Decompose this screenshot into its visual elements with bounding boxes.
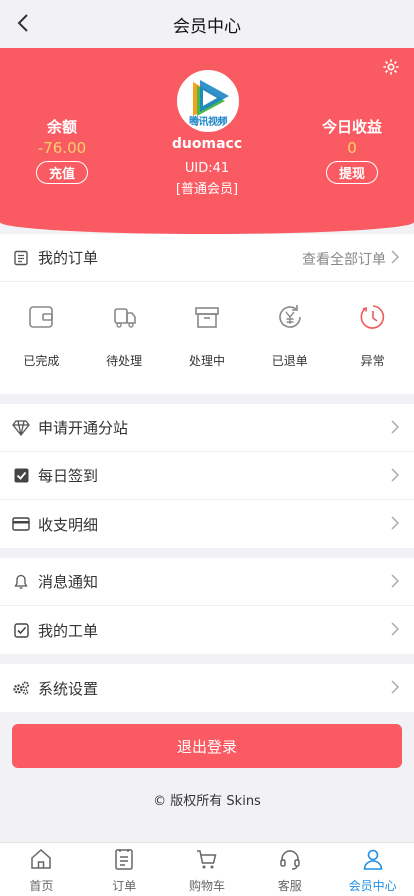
box-icon: [195, 307, 219, 328]
copyright-text: © 版权所有 Skins: [153, 794, 261, 809]
menu-item-daily-checkin[interactable]: 每日签到: [0, 452, 414, 500]
wallet-icon: [29, 306, 54, 328]
tab-bar: 首页 订单 购物车 客服 会员中心: [0, 842, 414, 896]
nav-bar: 会员中心: [0, 0, 414, 48]
chevron-right-icon: [391, 680, 400, 694]
user-icon: [363, 849, 382, 870]
menu-label: 申请开通分站: [38, 419, 129, 437]
gears-icon: [12, 679, 30, 697]
tab-label: 订单: [112, 879, 137, 893]
earnings-value: 0: [347, 139, 357, 157]
earnings-label: 今日收益: [321, 118, 382, 136]
clock-icon: [360, 305, 384, 329]
menu-item-notifications[interactable]: 消息通知: [0, 558, 414, 606]
settings-gear-icon[interactable]: [382, 58, 400, 76]
menu-label: 收支明细: [38, 515, 99, 534]
refund-icon: [278, 305, 301, 328]
truck-icon: [114, 308, 136, 328]
status-abnormal[interactable]: 异常: [338, 300, 408, 369]
back-button[interactable]: [10, 10, 36, 36]
ticket-icon: [12, 621, 30, 639]
chevron-right-icon: [391, 420, 400, 434]
cart-icon: [196, 850, 217, 869]
tab-support[interactable]: 客服: [248, 843, 331, 896]
tab-orders[interactable]: 订单: [83, 843, 166, 896]
status-pending[interactable]: 待处理: [89, 300, 159, 369]
balance-label: 余额: [46, 118, 77, 136]
tab-label: 会员中心: [348, 879, 397, 893]
orders-title: 我的订单: [38, 249, 99, 267]
page-title: 会员中心: [173, 16, 241, 37]
avatar[interactable]: 腾讯视频: [177, 70, 239, 132]
menu-item-apply-substation[interactable]: 申请开通分站: [0, 404, 414, 452]
chevron-right-icon: [391, 622, 400, 636]
menu-label: 每日签到: [38, 467, 99, 485]
withdraw-button[interactable]: 提现: [325, 161, 378, 184]
menu-item-tickets[interactable]: 我的工单: [0, 606, 414, 654]
tab-home[interactable]: 首页: [0, 843, 83, 896]
home-icon: [31, 848, 52, 869]
menu-label: 消息通知: [38, 573, 99, 591]
headset-icon: [280, 850, 300, 870]
status-label: 异常: [360, 354, 385, 368]
chevron-right-icon: [391, 250, 400, 264]
view-all-orders-link[interactable]: 查看全部订单: [302, 249, 386, 269]
status-processing[interactable]: 处理中: [172, 300, 242, 369]
status-refunded[interactable]: 已退单: [255, 300, 325, 369]
status-label: 已退单: [271, 354, 308, 368]
orders-icon: [115, 849, 133, 870]
status-label: 处理中: [188, 354, 225, 368]
status-completed[interactable]: 已完成: [6, 300, 76, 369]
logout-button[interactable]: 退出登录: [12, 724, 402, 768]
tab-label: 客服: [277, 879, 302, 893]
chevron-left-icon: [17, 14, 28, 32]
menu-group-services: 申请开通分站 每日签到 收支明细: [0, 404, 414, 548]
menu-label: 系统设置: [38, 679, 99, 698]
order-list-icon: [12, 249, 30, 267]
chevron-right-icon: [391, 516, 400, 530]
order-status-grid: 已完成 待处理 处理中 已退单 异常: [0, 282, 414, 369]
menu-item-system-settings[interactable]: 系统设置: [0, 664, 414, 712]
menu-item-transactions[interactable]: 收支明细: [0, 500, 414, 548]
diamond-icon: [12, 419, 30, 437]
bell-icon: [12, 573, 30, 591]
orders-header-row[interactable]: 我的订单 查看全部订单: [0, 234, 414, 282]
avatar-watermark: 腾讯视频: [189, 117, 228, 128]
tab-cart[interactable]: 购物车: [166, 843, 249, 896]
orders-card: 我的订单 查看全部订单 已完成 待处理 处理中 已退单 异常: [0, 234, 414, 394]
tab-label: 首页: [29, 879, 54, 893]
status-label: 已完成: [23, 354, 60, 368]
menu-group-messages: 消息通知 我的工单: [0, 558, 414, 654]
chevron-right-icon: [391, 468, 400, 482]
status-label: 待处理: [106, 354, 143, 368]
menu-label: 我的工单: [38, 621, 99, 640]
tab-member-center[interactable]: 会员中心: [331, 843, 414, 896]
card-icon: [12, 515, 30, 533]
earnings-block: 今日收益 0 提现: [302, 116, 402, 184]
menu-group-system: 系统设置: [0, 664, 414, 712]
tab-label: 购物车: [188, 879, 225, 893]
checkbox-icon: [12, 467, 30, 485]
profile-header: 余额 -76.00 充值 腾讯视频 duomacc UID:41 [普通会员] …: [0, 48, 414, 234]
chevron-right-icon: [391, 574, 400, 588]
